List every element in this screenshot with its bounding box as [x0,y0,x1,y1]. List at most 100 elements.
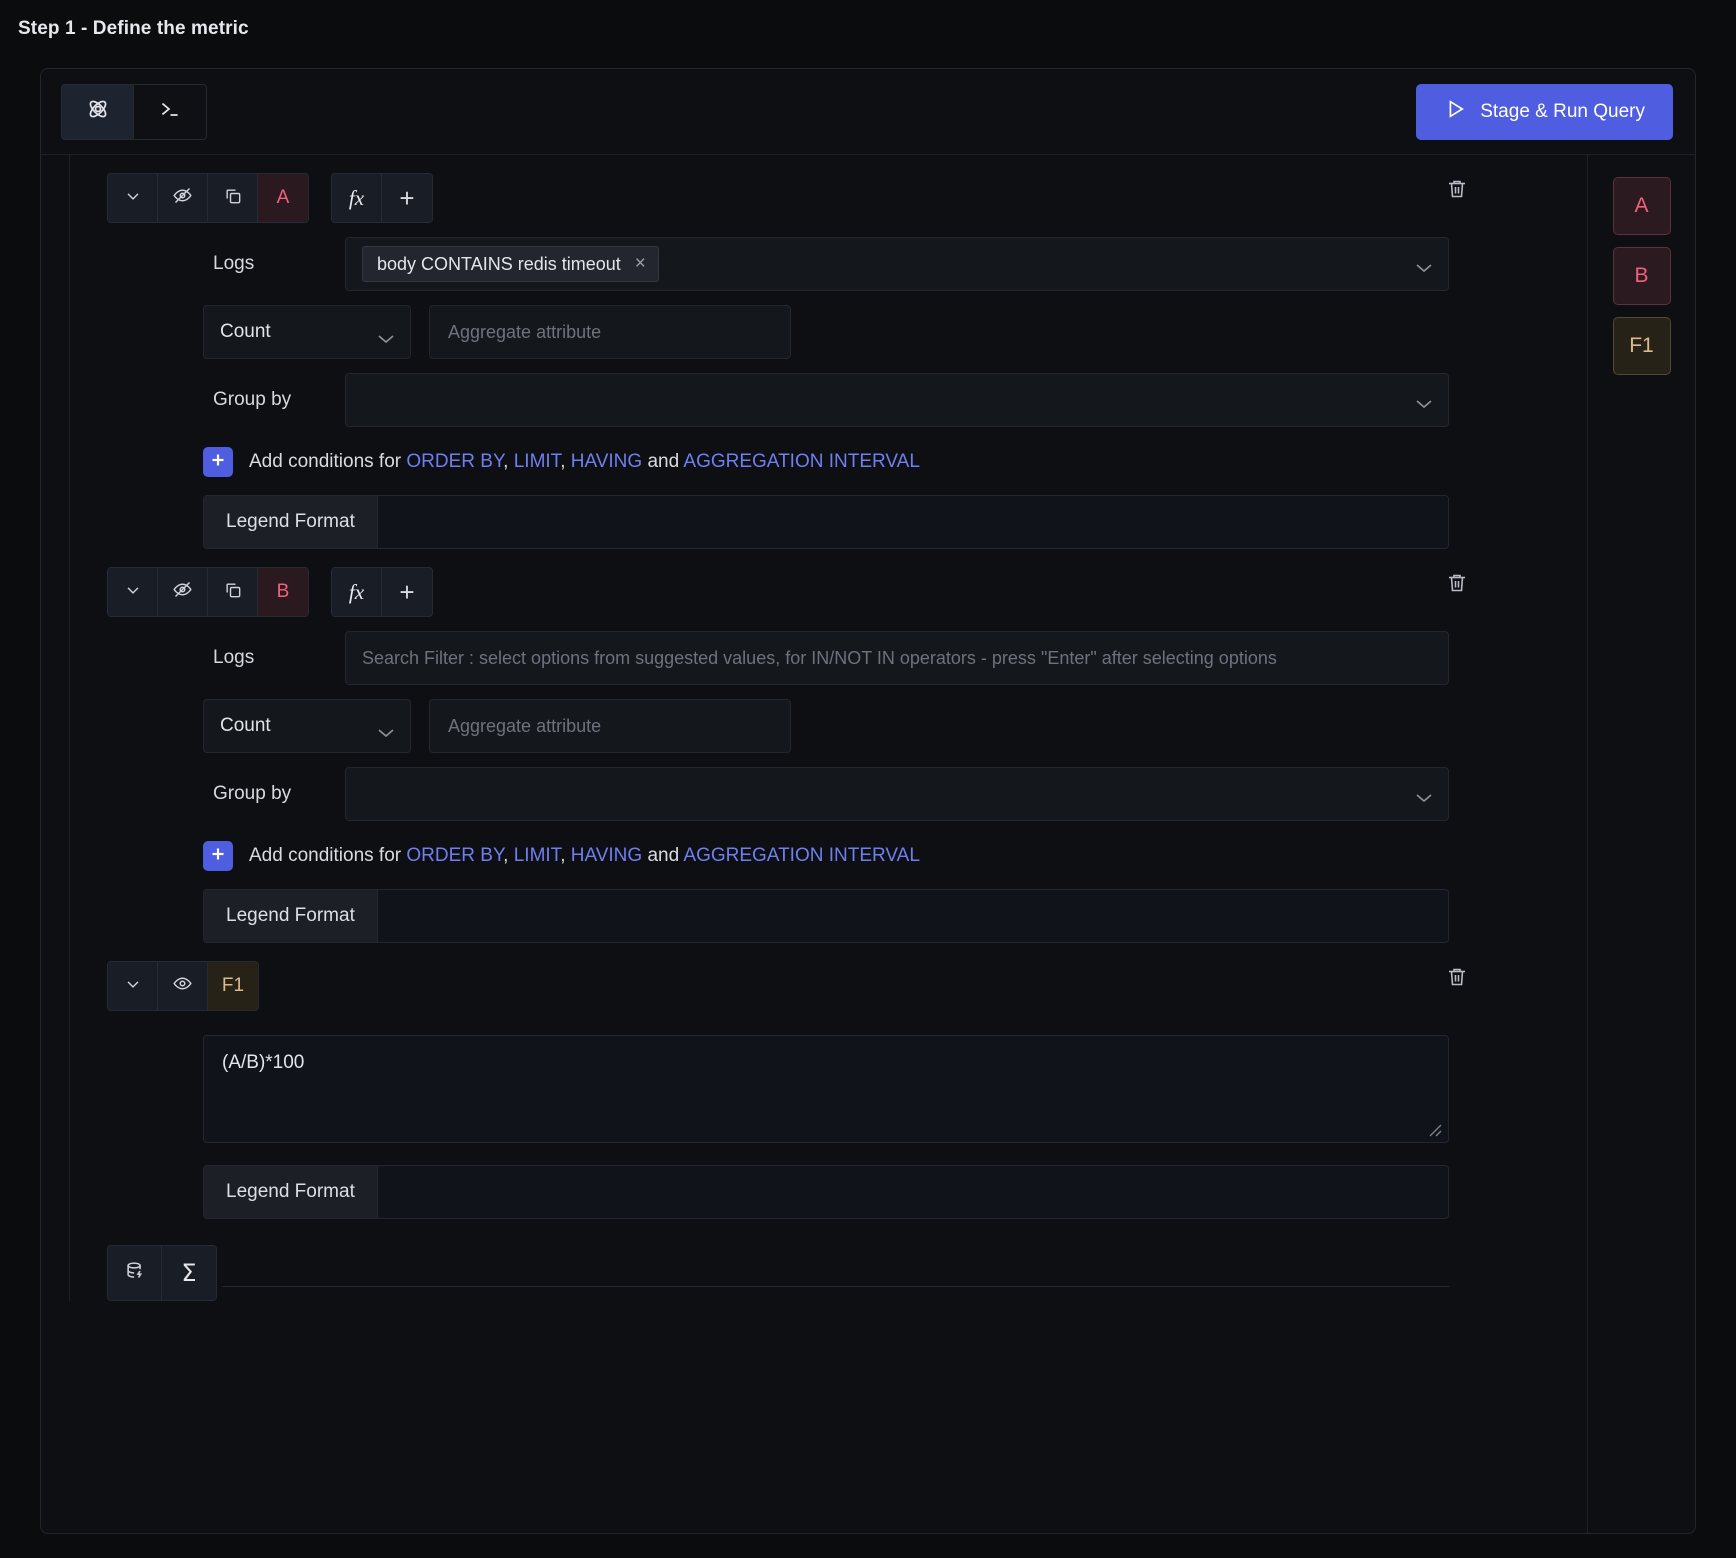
terminal-icon [157,96,183,127]
add-conditions-text: Add conditions for ORDER BY, LIMIT, HAVI… [249,451,920,472]
search-filter-placeholder: Search Filter : select options from sugg… [362,647,1277,668]
mode-switch [61,83,207,140]
aggregate-attribute-placeholder: Aggregate attribute [448,321,602,342]
add-conditions-conjunction: and [647,845,680,866]
stage-and-run-query-button[interactable]: Stage & Run Query [1416,83,1673,140]
filter-chip[interactable]: body CONTAINS redis timeout × [362,246,659,282]
formula-expression-value: (A/B)*100 [222,1052,305,1073]
query-b-legend-format[interactable]: Legend Format [203,889,1449,943]
add-conditions-button[interactable] [203,447,233,477]
query-a-name-badge[interactable]: A [258,174,308,222]
formula-f1-toolbar: F1 [101,943,1587,1011]
formula-f1-fields: (A/B)*100 Legend Format [101,1011,1587,1219]
builder-toolbar: Stage & Run Query [41,69,1695,155]
query-b-add-conditions-row: Add conditions for ORDER BY, LIMIT, HAVI… [203,841,1587,871]
add-conditions-text: Add conditions for ORDER BY, LIMIT, HAVI… [249,845,920,866]
close-icon[interactable]: × [635,253,646,275]
aggregation-interval-link[interactable]: AGGREGATION INTERVAL [683,845,920,866]
aggregate-select-value: Count [220,715,271,736]
add-formula-button[interactable]: Σ [162,1246,216,1300]
query-a-toolbar: A fx + [101,155,1587,223]
query-a-source-row: Logs body CONTAINS redis timeout × [195,237,1587,291]
metric-builder-page: Step 1 - Define the metric Stage & Run Q… [0,0,1736,1558]
query-a-visibility-button[interactable] [158,174,208,222]
legend-format-input[interactable] [377,1166,1448,1218]
mode-builder-button[interactable] [62,84,134,139]
mode-query-button[interactable] [134,84,206,139]
eye-icon [172,973,193,999]
add-conditions-prefix: Add conditions for [249,451,402,472]
legend-format-input[interactable] [377,890,1448,942]
having-link[interactable]: HAVING [571,451,642,472]
query-b-fields: Logs Search Filter : select options from… [101,617,1587,943]
data-source-label: Logs [213,253,255,274]
add-conditions-button[interactable] [203,841,233,871]
data-source-label: Logs [213,647,255,668]
query-b-aggregate-select[interactable]: Count [203,699,411,753]
plus-icon [210,452,226,473]
query-b-delete-button[interactable] [1445,571,1469,600]
query-a-filter-input[interactable]: body CONTAINS redis timeout × [345,237,1449,291]
query-a-aggregate-attribute-input[interactable]: Aggregate attribute [429,305,791,359]
legend-format-label: Legend Format [204,496,378,548]
chevron-down-icon [378,328,394,344]
formula-f1-visibility-button[interactable] [158,962,208,1010]
atom-icon [85,96,111,127]
limit-link[interactable]: LIMIT [514,845,560,866]
order-by-link[interactable]: ORDER BY [406,451,503,472]
query-b-aggregate-row: Count Aggregate attribute [195,699,1587,753]
query-b-collapse-button[interactable] [108,568,158,616]
query-a-fields: Logs body CONTAINS redis timeout × Count… [101,223,1587,549]
chevron-down-icon [1416,260,1432,273]
query-a-aggregate-row: Count Aggregate attribute [195,305,1587,359]
query-a-add-button[interactable]: + [382,174,432,222]
query-a-aggregate-select[interactable]: Count [203,305,411,359]
query-a-clone-button[interactable] [208,174,258,222]
query-b-function-button[interactable]: fx [332,568,382,616]
copy-icon [223,580,243,605]
trash-icon [1445,968,1469,993]
query-b-filter-input[interactable]: Search Filter : select options from sugg… [345,631,1449,685]
legend-format-input[interactable] [377,496,1448,548]
page-title: Step 1 - Define the metric [18,18,249,39]
query-a-legend-format[interactable]: Legend Format [203,495,1449,549]
aggregation-interval-link[interactable]: AGGREGATION INTERVAL [683,451,920,472]
legend-badge-f1[interactable]: F1 [1612,317,1671,375]
query-b-groupby-input[interactable] [345,767,1449,821]
legend-badge-a[interactable]: A [1612,177,1671,235]
query-legend-panel: A B F1 [1587,155,1695,1533]
query-b-clone-button[interactable] [208,568,258,616]
resize-handle[interactable] [1427,1122,1443,1138]
query-block-b: B fx + Logs Search Filter: select optio… [69,549,1587,943]
formula-f1-legend-format[interactable]: Legend Format [203,1165,1449,1219]
divider [222,1286,1449,1287]
formula-f1-name-badge[interactable]: F1 [208,962,258,1010]
order-by-link[interactable]: ORDER BY [406,845,503,866]
chevron-down-icon [123,186,143,211]
formula-f1-collapse-button[interactable] [108,962,158,1010]
query-a-function-button[interactable]: fx [332,174,382,222]
limit-link[interactable]: LIMIT [514,451,560,472]
add-controls: Σ [107,1245,217,1301]
query-b-add-button[interactable]: + [382,568,432,616]
add-query-button[interactable] [108,1246,162,1300]
query-guide-line [69,943,70,1301]
add-conditions-prefix: Add conditions for [249,845,402,866]
fx-icon: fx [348,185,365,210]
having-link[interactable]: HAVING [571,845,642,866]
query-block-a: A fx + Logs body CONTAINS redis timeout … [69,155,1587,549]
query-a-delete-button[interactable] [1445,177,1469,206]
formula-f1-delete-button[interactable] [1445,965,1469,994]
plus-icon: + [399,183,415,213]
query-a-collapse-button[interactable] [108,174,158,222]
query-b-name-badge[interactable]: B [258,568,308,616]
add-conditions-conjunction: and [647,451,680,472]
formula-expression-input[interactable]: (A/B)*100 [203,1035,1449,1143]
query-b-aggregate-attribute-input[interactable]: Aggregate attribute [429,699,791,753]
query-guide-line [69,549,70,943]
query-b-visibility-button[interactable] [158,568,208,616]
query-a-groupby-input[interactable] [345,373,1449,427]
legend-badge-b[interactable]: B [1612,247,1671,305]
query-a-controls: A [107,173,309,223]
copy-icon [223,186,243,211]
